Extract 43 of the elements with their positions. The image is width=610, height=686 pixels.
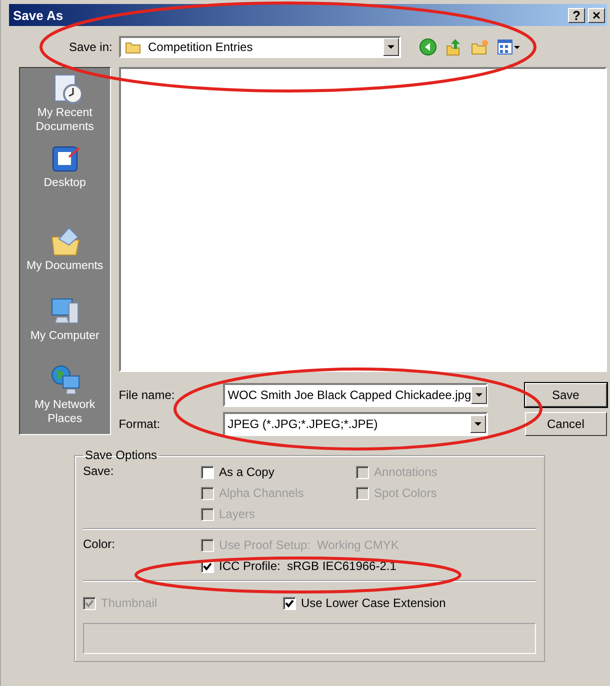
back-icon[interactable] [419,38,437,56]
places-item[interactable]: My Network Places [20,364,110,434]
section-label: Color: [83,536,116,553]
checkbox-label: Layers [219,507,256,521]
folder-icon [125,40,141,54]
file-name-label: File name: [118,388,176,402]
close-button[interactable]: × [588,8,605,22]
checkmark-icon [203,562,212,570]
checkbox-label[interactable]: As a Copy [219,465,274,479]
place-label: Desktop [44,176,86,190]
save-button[interactable]: Save [524,383,607,407]
checkbox-label: Spot Colors [374,486,437,500]
folder-documents-icon [48,225,81,258]
network-computer-icon [48,364,81,396]
checkbox[interactable] [283,596,296,610]
format-label: Format: [118,417,162,431]
checkbox-label: Thumbnail [101,596,158,610]
checkbox-label: Use Proof Setup: Working CMYK [219,538,399,552]
save-in-label: Save in: [69,40,114,54]
places-item[interactable]: My Documents [26,225,104,295]
section-label: Save: [83,464,115,480]
save-in-dropdown[interactable]: Competition Entries [119,36,401,58]
group-title: Save Options [84,448,158,462]
checkbox[interactable] [201,466,214,478]
file-name-field[interactable]: WOC Smith Joe Black Capped Chickadee.jpg [222,383,488,407]
place-label: My Network Places [33,398,96,426]
checkbox-label[interactable]: Use Lower Case Extension [301,596,446,610]
places-item[interactable]: My Computer [30,294,100,364]
checkmark-icon [285,598,294,608]
place-label: My Documents [26,259,104,274]
window-title: Save As [13,8,64,22]
help-button[interactable]: ? [568,8,585,22]
places-item[interactable]: Desktop [44,142,86,220]
place-label: My Recent Documents [34,106,95,134]
checkbox-label: Annotations [374,465,438,479]
places-item[interactable]: My Recent Documents [20,72,110,142]
format-dropdown[interactable]: JPEG (*.JPG;*.JPEG;*.JPE) [222,412,488,436]
checkbox-label: Alpha Channels [219,486,304,500]
place-label: My Computer [30,328,100,343]
cancel-button[interactable]: Cancel [524,412,607,436]
views-menu-icon[interactable] [497,38,521,56]
file-list[interactable] [118,67,607,372]
checkbox-label[interactable]: ICC Profile: sRGB IEC61966-2.1 [219,559,396,573]
